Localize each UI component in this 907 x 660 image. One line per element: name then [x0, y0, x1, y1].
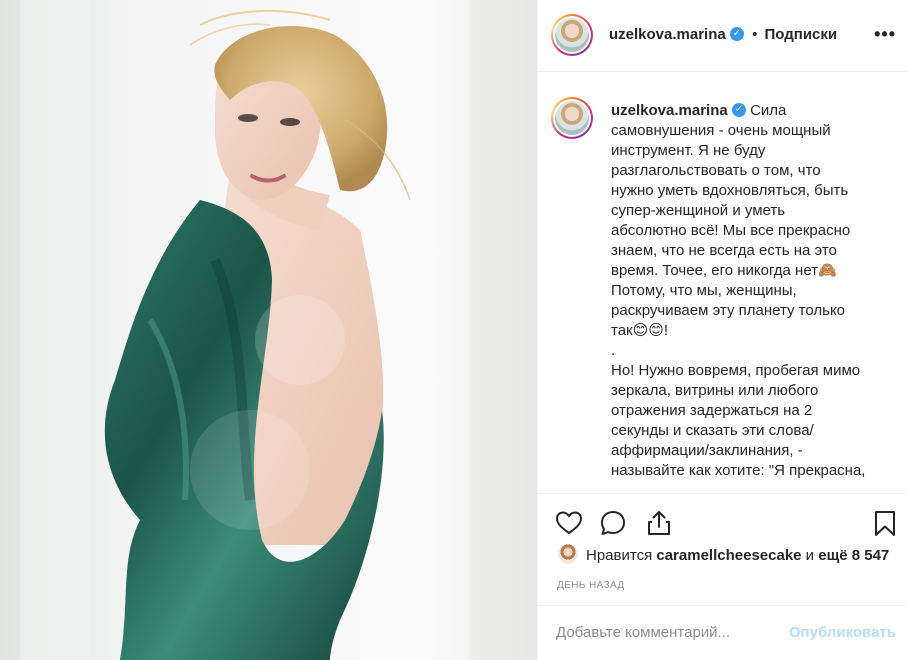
verified-icon: ✓	[729, 27, 744, 42]
woman-in-green-dress-image	[0, 0, 537, 660]
caption-line: так😊😊!	[611, 322, 669, 339]
post-date[interactable]: ДЕНЬ НАЗАД	[557, 580, 625, 591]
caption-line: аффирмации/заклинания, -	[611, 442, 803, 459]
avatar-image	[555, 18, 589, 52]
caption-line: .	[611, 342, 616, 359]
share-icon[interactable]	[644, 508, 674, 538]
publish-button[interactable]: Опубликовать	[789, 624, 896, 641]
caption-line: время. Точее, его никогда нет🙈	[611, 262, 837, 279]
likes-count[interactable]: ещё 8 547	[818, 547, 889, 564]
post-photo[interactable]	[0, 0, 537, 660]
caption-line: самовнушения - очень мощный	[611, 122, 831, 139]
separator: •	[752, 26, 758, 43]
caption-line: зеркала, витрины или любого	[611, 382, 819, 399]
post-caption: uzelkova.marina ✓ Сила самовнушения - оч…	[611, 101, 881, 481]
caption-line: супер-женщиной и уметь	[611, 202, 786, 219]
caption-author-avatar[interactable]	[551, 97, 593, 139]
caption-line: секунды и сказать эти слова/	[611, 422, 814, 439]
liker-username[interactable]: caramellcheesecake	[656, 547, 801, 564]
caption-line: Потому, что мы, женщины,	[611, 282, 797, 299]
likes-middle: и	[805, 546, 815, 564]
author-username[interactable]: uzelkova.marina	[609, 26, 726, 43]
caption-line: отражения задержаться на 2	[611, 402, 813, 419]
more-icon[interactable]: •••	[874, 25, 896, 43]
likes-prefix: Нравится	[586, 546, 653, 564]
liker-avatar[interactable]	[558, 544, 578, 564]
post-header: uzelkova.marina ✓ • Подписки •••	[538, 0, 907, 72]
caption-line: Но! Нужно вовремя, пробегая мимо	[611, 362, 861, 379]
comment-icon[interactable]	[598, 508, 628, 538]
caption-line: абсолютно всё! Мы все прекрасно	[611, 222, 851, 239]
bookmark-icon[interactable]	[870, 508, 900, 538]
author-avatar[interactable]	[551, 14, 593, 56]
caption-line: Сила	[750, 102, 787, 119]
post-side-panel: uzelkova.marina ✓ • Подписки ••• uzelkov…	[537, 0, 907, 660]
header-user-line: uzelkova.marina ✓ • Подписки	[609, 26, 837, 43]
comment-input[interactable]	[556, 620, 786, 644]
verified-icon: ✓	[731, 103, 746, 118]
caption-username[interactable]: uzelkova.marina	[611, 102, 728, 119]
caption-line: нужно уметь вдохновляться, быть	[611, 182, 849, 199]
caption-line: знаем, что не всегда есть на это	[611, 242, 837, 259]
following-button[interactable]: Подписки	[765, 26, 838, 43]
heart-icon[interactable]	[554, 508, 584, 538]
post-actions	[538, 493, 907, 551]
caption-line: разглагольствовать о том, что	[611, 162, 821, 179]
avatar-image	[555, 101, 589, 135]
likes-summary: Нравится caramellcheesecake и ещё 8 547	[558, 544, 889, 568]
caption-line: инструмент. Я не буду	[611, 142, 766, 159]
caption-line: раскручиваем эту планету только	[611, 302, 846, 319]
caption-scroll-area[interactable]: uzelkova.marina ✓ Сила самовнушения - оч…	[538, 73, 907, 493]
comment-form: Опубликовать	[538, 605, 907, 660]
caption-line: называйте как хотите: "Я прекрасна,	[611, 462, 866, 479]
